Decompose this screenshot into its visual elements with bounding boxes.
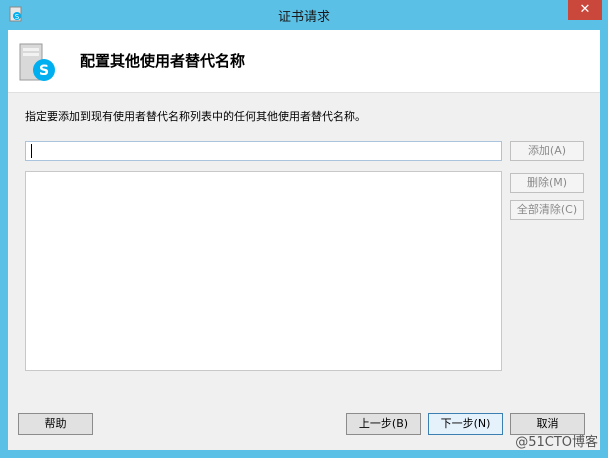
instruction-text: 指定要添加到现有使用者替代名称列表中的任何其他使用者替代名称。 [25,110,366,123]
skype-server-icon: S [19,43,55,81]
dialog-client-area: S 配置其他使用者替代名称 指定要添加到现有使用者替代名称列表中的任何其他使用者… [8,30,600,450]
title-bar[interactable]: S 证书请求 ✕ [0,0,608,30]
svg-text:S: S [39,63,49,79]
alternate-name-input[interactable] [25,141,502,161]
wizard-header: S 配置其他使用者替代名称 [8,30,600,92]
add-button[interactable]: 添加(A) [510,141,584,161]
help-button[interactable]: 帮助 [18,413,93,435]
back-button[interactable]: 上一步(B) [346,413,421,435]
next-button[interactable]: 下一步(N) [428,413,503,435]
alternate-names-list[interactable] [25,171,502,371]
wizard-body: 指定要添加到现有使用者替代名称列表中的任何其他使用者替代名称。 添加(A) 删除… [8,92,600,450]
remove-button[interactable]: 删除(M) [510,173,584,193]
watermark-text: @51CTO博客 [515,435,598,450]
page-title: 配置其他使用者替代名称 [80,52,246,70]
certificate-request-window: S 证书请求 ✕ S 配置其他使用者替代名称 指定要添加到现有使用者替代名称列表… [0,0,608,458]
close-button[interactable]: ✕ [568,0,602,20]
window-title: 证书请求 [277,10,330,25]
text-caret [31,144,32,158]
clear-all-button[interactable]: 全部清除(C) [510,200,584,220]
